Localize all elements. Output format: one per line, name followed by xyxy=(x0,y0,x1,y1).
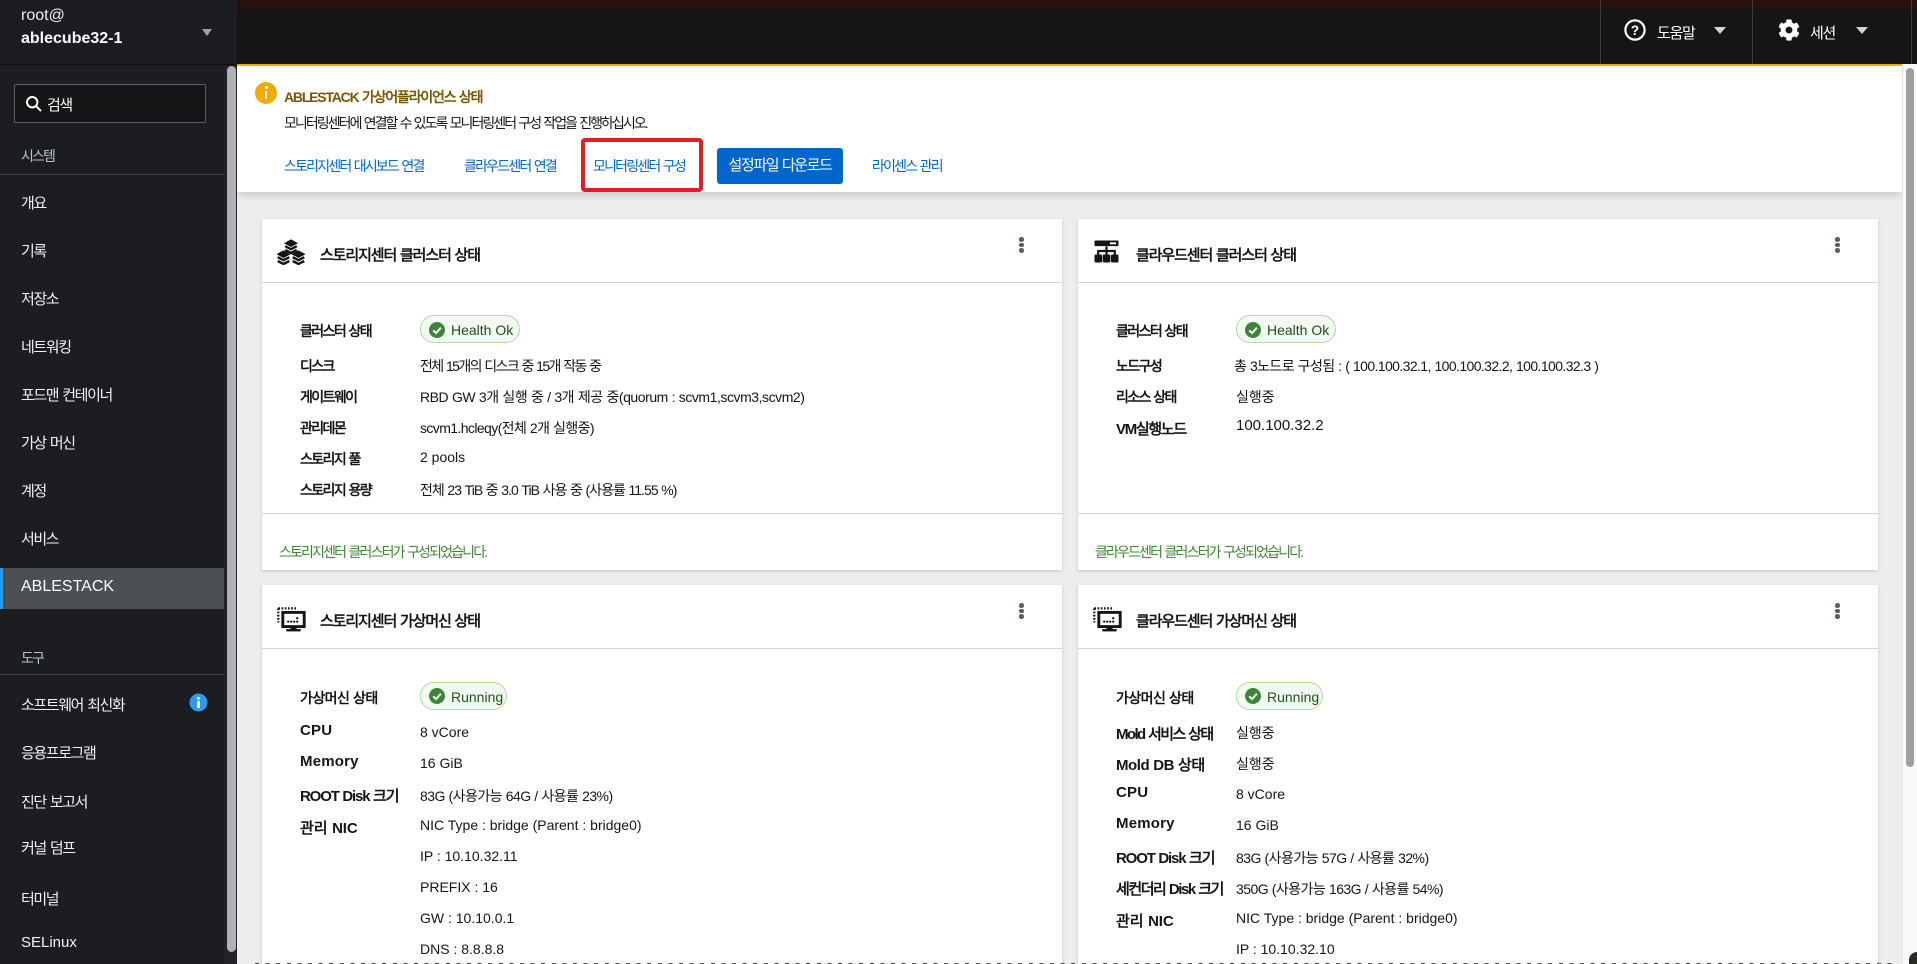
svg-text:?: ? xyxy=(1631,23,1639,38)
